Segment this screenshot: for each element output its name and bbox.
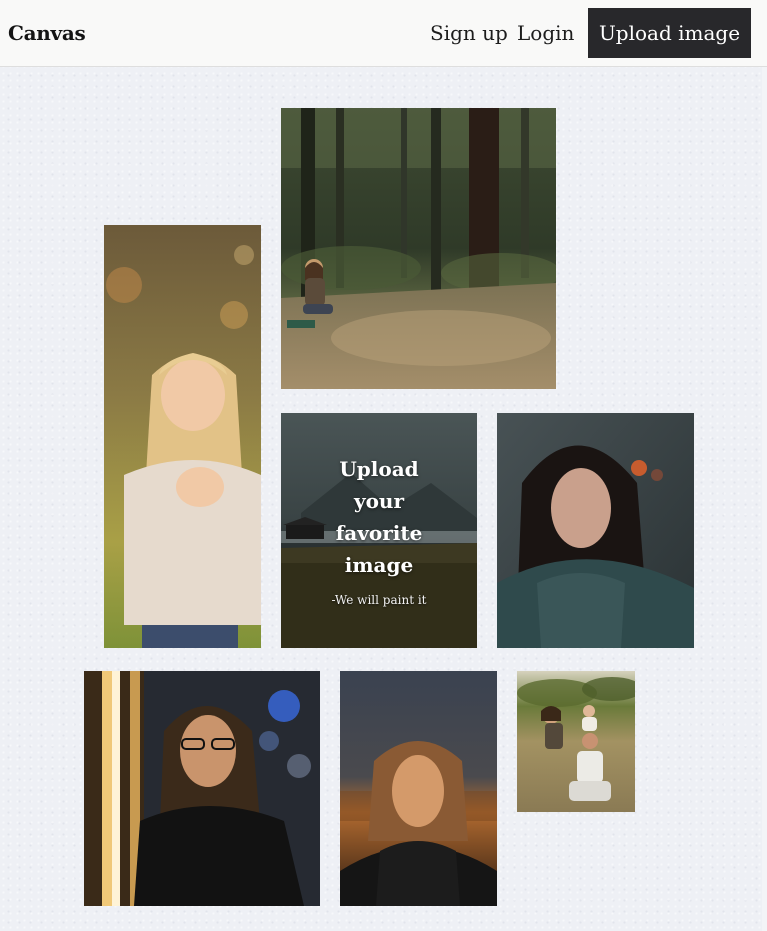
brand-logo[interactable]: Canvas <box>8 21 86 45</box>
photo-woman-sunset[interactable] <box>340 671 497 906</box>
photo-man-glasses[interactable] <box>84 671 320 906</box>
upload-image-button[interactable]: Upload image <box>588 8 751 58</box>
login-link[interactable]: Login <box>517 21 574 45</box>
photo-family-field[interactable] <box>517 671 635 812</box>
photo-smiling-girl[interactable] <box>104 225 261 648</box>
cta-subtitle: -We will paint it <box>331 593 427 607</box>
upload-cta-tile[interactable]: Upload your favorite image -We will pain… <box>281 413 477 648</box>
photo-woman-rain-jacket[interactable] <box>497 413 694 648</box>
navbar: Canvas Sign up Login Upload image <box>0 0 767 67</box>
scrollbar-track[interactable] <box>762 67 767 931</box>
cta-title: Upload your favorite image <box>335 457 423 577</box>
signup-link[interactable]: Sign up <box>430 21 508 45</box>
photo-child-in-forest[interactable] <box>281 108 556 389</box>
